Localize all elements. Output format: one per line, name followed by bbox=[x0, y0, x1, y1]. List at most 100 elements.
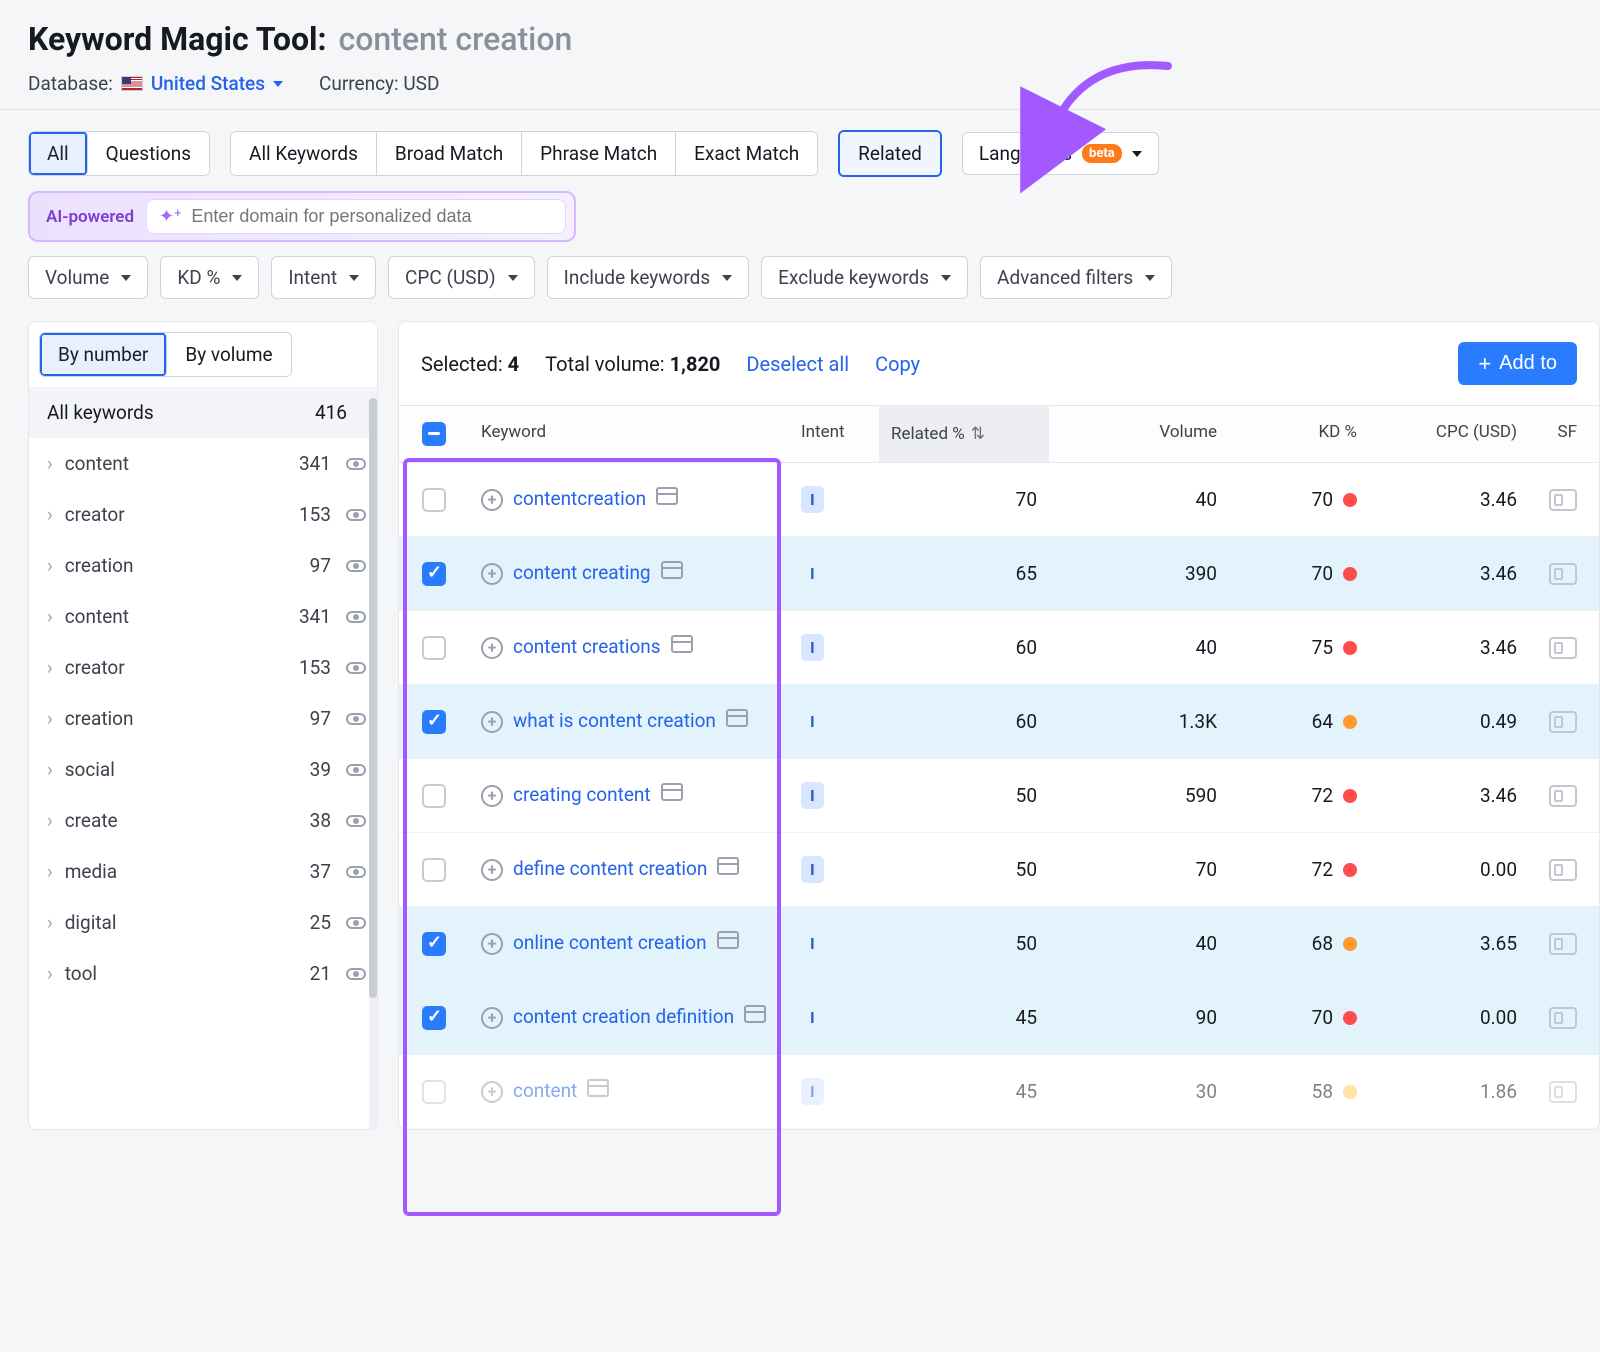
row-checkbox[interactable] bbox=[422, 858, 446, 882]
expand-icon[interactable]: + bbox=[481, 1081, 503, 1103]
sidebar-all-keywords[interactable]: All keywords416 bbox=[29, 387, 377, 438]
tab-related[interactable]: Related bbox=[840, 132, 940, 175]
row-checkbox[interactable] bbox=[422, 784, 446, 808]
sidebar-item[interactable]: › tool 21 bbox=[29, 948, 377, 999]
sort-by-volume[interactable]: By volume bbox=[167, 333, 290, 376]
eye-icon[interactable] bbox=[343, 809, 369, 832]
keyword-link[interactable]: content bbox=[513, 1079, 577, 1102]
expand-icon[interactable]: + bbox=[481, 933, 503, 955]
expand-icon[interactable]: + bbox=[481, 563, 503, 585]
keyword-link[interactable]: online content creation bbox=[513, 931, 707, 954]
tab-exact-match[interactable]: Exact Match bbox=[676, 132, 817, 175]
filter-kd[interactable]: KD % bbox=[160, 256, 259, 299]
eye-icon[interactable] bbox=[343, 554, 369, 577]
col-kd[interactable]: KD % bbox=[1229, 406, 1369, 462]
serp-features-icon[interactable] bbox=[1549, 1007, 1577, 1029]
database-selector[interactable]: Database: United States bbox=[28, 72, 283, 95]
tab-phrase-match[interactable]: Phrase Match bbox=[522, 132, 676, 175]
sidebar-item[interactable]: › creator 153 bbox=[29, 642, 377, 693]
row-checkbox[interactable] bbox=[422, 932, 446, 956]
col-intent[interactable]: Intent bbox=[789, 406, 879, 462]
tab-questions[interactable]: Questions bbox=[88, 132, 209, 175]
eye-icon[interactable] bbox=[343, 605, 369, 628]
serp-icon[interactable] bbox=[717, 931, 739, 949]
tab-all[interactable]: All bbox=[29, 132, 88, 175]
serp-features-icon[interactable] bbox=[1549, 785, 1577, 807]
col-keyword[interactable]: Keyword bbox=[469, 406, 789, 462]
keyword-link[interactable]: define content creation bbox=[513, 857, 707, 880]
keyword-link[interactable]: contentcreation bbox=[513, 487, 646, 510]
filter-intent[interactable]: Intent bbox=[271, 256, 376, 299]
filter-exclude[interactable]: Exclude keywords bbox=[761, 256, 968, 299]
select-all-checkbox[interactable] bbox=[422, 422, 446, 446]
serp-icon[interactable] bbox=[661, 561, 683, 579]
col-volume[interactable]: Volume bbox=[1049, 406, 1229, 462]
serp-icon[interactable] bbox=[656, 487, 678, 505]
serp-features-icon[interactable] bbox=[1549, 1081, 1577, 1103]
eye-icon[interactable] bbox=[343, 656, 369, 679]
serp-icon[interactable] bbox=[744, 1005, 766, 1023]
row-checkbox[interactable] bbox=[422, 1080, 446, 1104]
eye-icon[interactable] bbox=[343, 503, 369, 526]
serp-icon[interactable] bbox=[587, 1079, 609, 1097]
eye-icon[interactable] bbox=[343, 452, 369, 475]
eye-icon[interactable] bbox=[343, 860, 369, 883]
serp-features-icon[interactable] bbox=[1549, 933, 1577, 955]
eye-icon[interactable] bbox=[343, 707, 369, 730]
expand-icon[interactable]: + bbox=[481, 637, 503, 659]
sidebar-item[interactable]: › digital 25 bbox=[29, 897, 377, 948]
col-related[interactable]: Related %⇅ bbox=[879, 406, 1049, 462]
sidebar-item[interactable]: › content 341 bbox=[29, 591, 377, 642]
row-checkbox[interactable] bbox=[422, 488, 446, 512]
keyword-link[interactable]: content creation definition bbox=[513, 1005, 734, 1028]
domain-input[interactable] bbox=[191, 206, 553, 227]
copy-link[interactable]: Copy bbox=[875, 352, 920, 376]
eye-icon[interactable] bbox=[343, 962, 369, 985]
deselect-all-link[interactable]: Deselect all bbox=[746, 352, 849, 376]
sidebar-scrollbar[interactable] bbox=[369, 398, 377, 1130]
row-checkbox[interactable] bbox=[422, 1006, 446, 1030]
tab-all-keywords[interactable]: All Keywords bbox=[231, 132, 377, 175]
sidebar-item[interactable]: › media 37 bbox=[29, 846, 377, 897]
eye-icon[interactable] bbox=[343, 911, 369, 934]
col-sf[interactable]: SF bbox=[1529, 406, 1589, 462]
sidebar-item[interactable]: › creation 97 bbox=[29, 693, 377, 744]
sort-by-number[interactable]: By number bbox=[40, 333, 167, 376]
serp-icon[interactable] bbox=[661, 783, 683, 801]
sidebar-item[interactable]: › social 39 bbox=[29, 744, 377, 795]
keyword-link[interactable]: creating content bbox=[513, 783, 651, 806]
filter-advanced[interactable]: Advanced filters bbox=[980, 256, 1172, 299]
languages-button[interactable]: Languages beta bbox=[962, 132, 1159, 175]
expand-icon[interactable]: + bbox=[481, 489, 503, 511]
serp-features-icon[interactable] bbox=[1549, 563, 1577, 585]
row-checkbox[interactable] bbox=[422, 636, 446, 660]
tab-broad-match[interactable]: Broad Match bbox=[377, 132, 522, 175]
row-checkbox[interactable] bbox=[422, 562, 446, 586]
sidebar-item[interactable]: › creator 153 bbox=[29, 489, 377, 540]
serp-icon[interactable] bbox=[726, 709, 748, 727]
expand-icon[interactable]: + bbox=[481, 785, 503, 807]
serp-icon[interactable] bbox=[717, 857, 739, 875]
filter-include[interactable]: Include keywords bbox=[547, 256, 750, 299]
sidebar-item[interactable]: › content 341 bbox=[29, 438, 377, 489]
filter-volume[interactable]: Volume bbox=[28, 256, 148, 299]
keyword-link[interactable]: what is content creation bbox=[513, 709, 716, 732]
serp-features-icon[interactable] bbox=[1549, 859, 1577, 881]
serp-features-icon[interactable] bbox=[1549, 637, 1577, 659]
domain-input-wrap[interactable]: ✦⁺ bbox=[146, 199, 566, 234]
expand-icon[interactable]: + bbox=[481, 1007, 503, 1029]
filter-cpc[interactable]: CPC (USD) bbox=[388, 256, 535, 299]
serp-features-icon[interactable] bbox=[1549, 489, 1577, 511]
sidebar-item[interactable]: › creation 97 bbox=[29, 540, 377, 591]
add-to-button[interactable]: +Add to bbox=[1458, 342, 1577, 385]
expand-icon[interactable]: + bbox=[481, 859, 503, 881]
keyword-link[interactable]: content creations bbox=[513, 635, 661, 658]
keyword-link[interactable]: content creating bbox=[513, 561, 651, 584]
sidebar-item[interactable]: › create 38 bbox=[29, 795, 377, 846]
col-cpc[interactable]: CPC (USD) bbox=[1369, 406, 1529, 462]
serp-icon[interactable] bbox=[671, 635, 693, 653]
expand-icon[interactable]: + bbox=[481, 711, 503, 733]
eye-icon[interactable] bbox=[343, 758, 369, 781]
serp-features-icon[interactable] bbox=[1549, 711, 1577, 733]
row-checkbox[interactable] bbox=[422, 710, 446, 734]
